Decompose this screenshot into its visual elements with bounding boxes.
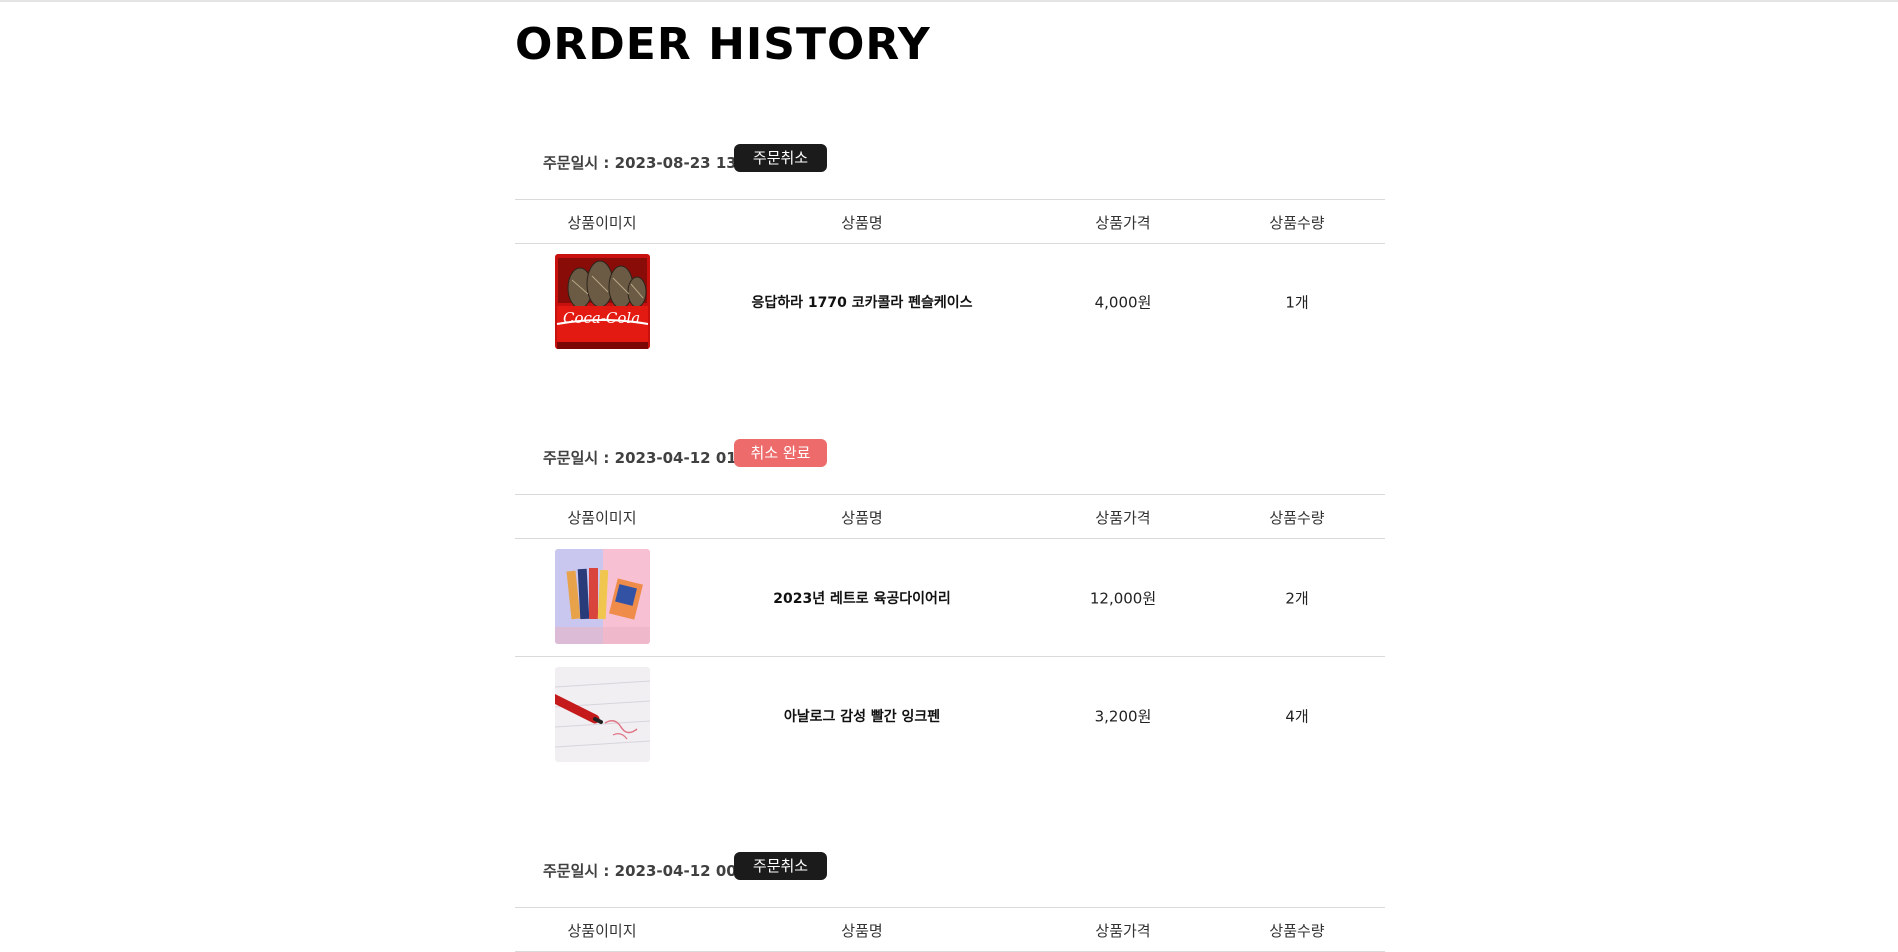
column-header-image: 상품이미지 (567, 509, 637, 527)
table-row: 2023년 레트로 육공다이어리 12,000원 2개 (515, 539, 1385, 657)
order-group: 주문일시 : 2023-04-12 00:36 주문취소 상품이미지 상품명 상… (515, 852, 1385, 952)
column-header-quantity: 상품수량 (1269, 214, 1325, 232)
cancel-order-button[interactable]: 주문취소 (734, 852, 827, 880)
product-image[interactable] (555, 667, 650, 762)
table-row: 아날로그 감성 빨간 잉크펜 3,200원 4개 (515, 657, 1385, 775)
order-date: 주문일시 : 2023-04-12 01:48 (543, 449, 764, 467)
table-row: Coca-Cola 응답하라 1770 코카콜라 펜슬케이스 4,000원 1개 (515, 244, 1385, 360)
column-header-price: 상품가격 (1095, 922, 1151, 940)
cancel-order-button[interactable]: 주문취소 (734, 144, 827, 172)
product-quantity: 2개 (1285, 589, 1309, 607)
table-header: 상품이미지 상품명 상품가격 상품수량 (515, 199, 1385, 244)
column-header-quantity: 상품수량 (1269, 509, 1325, 527)
product-name[interactable]: 응답하라 1770 코카콜라 펜슬케이스 (751, 292, 972, 312)
column-header-name: 상품명 (841, 214, 883, 232)
order-group: 주문일시 : 2023-08-23 13:26 주문취소 상품이미지 상품명 상… (515, 144, 1385, 349)
product-name[interactable]: 2023년 레트로 육공다이어리 (773, 588, 951, 608)
order-header: 주문일시 : 2023-04-12 00:36 주문취소 (515, 852, 1385, 888)
order-date: 주문일시 : 2023-08-23 13:26 (543, 154, 764, 172)
column-header-image: 상품이미지 (567, 214, 637, 232)
product-quantity: 4개 (1285, 707, 1309, 726)
order-header: 주문일시 : 2023-08-23 13:26 주문취소 (515, 144, 1385, 180)
column-header-price: 상품가격 (1095, 214, 1151, 232)
order-date: 주문일시 : 2023-04-12 00:36 (543, 862, 764, 880)
column-header-image: 상품이미지 (567, 922, 637, 940)
top-border (0, 0, 1898, 2)
product-image[interactable]: Coca-Cola (555, 254, 650, 349)
order-items-table: 상품이미지 상품명 상품가격 상품수량 (515, 907, 1385, 952)
product-quantity: 1개 (1285, 293, 1309, 312)
cancelled-status-button[interactable]: 취소 완료 (734, 439, 827, 467)
order-items-table: 상품이미지 상품명 상품가격 상품수량 (515, 494, 1385, 775)
product-price: 12,000원 (1089, 589, 1157, 607)
order-items-table: 상품이미지 상품명 상품가격 상품수량 (515, 199, 1385, 360)
column-header-name: 상품명 (841, 922, 883, 940)
column-header-name: 상품명 (841, 509, 883, 527)
product-name[interactable]: 아날로그 감성 빨간 잉크펜 (784, 706, 940, 726)
order-group: 주문일시 : 2023-04-12 01:48 취소 완료 상품이미지 상품명 … (515, 439, 1385, 762)
product-price: 3,200원 (1094, 707, 1152, 726)
column-header-price: 상품가격 (1095, 509, 1151, 527)
table-header: 상품이미지 상품명 상품가격 상품수량 (515, 494, 1385, 539)
column-header-quantity: 상품수량 (1269, 922, 1325, 940)
product-price: 4,000원 (1094, 293, 1152, 312)
table-header: 상품이미지 상품명 상품가격 상품수량 (515, 907, 1385, 952)
order-header: 주문일시 : 2023-04-12 01:48 취소 완료 (515, 439, 1385, 475)
product-image[interactable] (555, 549, 650, 644)
page-title: ORDER HISTORY (515, 19, 931, 70)
svg-text:Coca-Cola: Coca-Cola (563, 309, 640, 327)
